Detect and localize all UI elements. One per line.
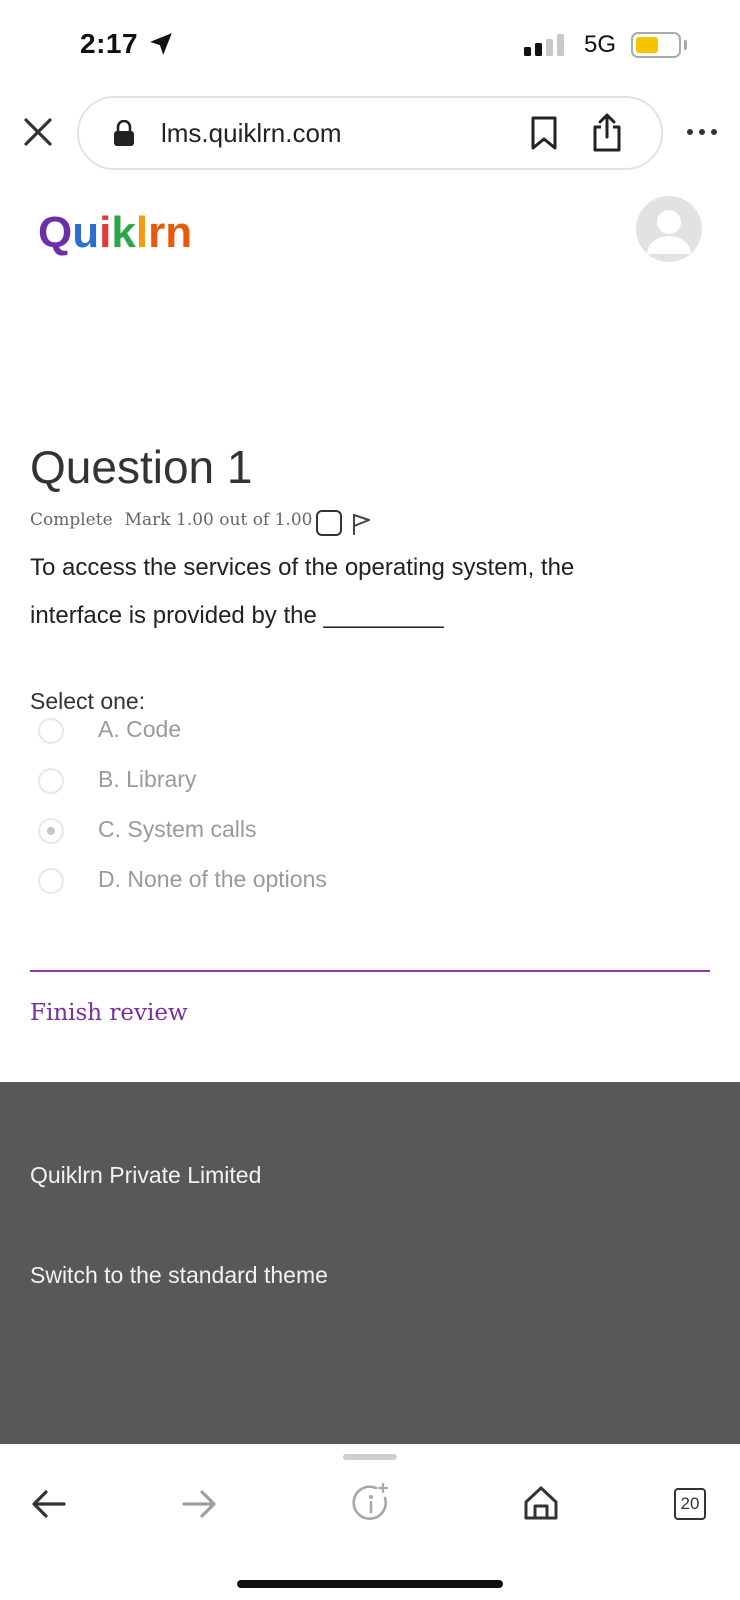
answer-option-d[interactable]: D. None of the options	[38, 864, 598, 898]
question-state: Complete	[30, 510, 113, 530]
signal-icon	[524, 34, 564, 56]
page-footer: Quiklrn Private Limited Switch to the st…	[0, 1082, 740, 1444]
question-mark: Mark 1.00 out of 1.00	[124, 510, 313, 530]
toolbar-handle[interactable]	[343, 1454, 397, 1460]
question-title: Question 1	[30, 441, 253, 493]
logo-letter-i: i	[99, 208, 112, 257]
battery-level	[636, 37, 658, 53]
logo-letter-u: u	[72, 208, 100, 257]
radio-button-selected[interactable]	[38, 818, 64, 844]
battery-icon	[631, 32, 681, 58]
radio-button[interactable]	[38, 768, 64, 794]
user-avatar[interactable]	[636, 196, 702, 262]
logo-letter-n: n	[165, 208, 193, 257]
question-text-line: interface is provided by the _________	[30, 602, 444, 629]
question-text-line: To access the services of the operating …	[30, 554, 575, 581]
logo-letter-k: k	[111, 208, 136, 257]
home-icon[interactable]	[522, 1484, 560, 1522]
location-arrow-icon	[150, 33, 172, 55]
quiklrn-logo[interactable]: Quiklrn	[38, 208, 192, 258]
answer-label: D. None of the options	[98, 866, 327, 892]
question-info: Complete Mark 1.00 out of 1.00	[30, 510, 324, 530]
logo-letter-q: Q	[38, 208, 73, 257]
radio-button[interactable]	[38, 718, 64, 744]
share-icon[interactable]	[591, 112, 623, 152]
answer-option-a[interactable]: A. Code	[38, 714, 598, 748]
answer-option-b[interactable]: B. Library	[38, 764, 598, 798]
footer-company-name: Quiklrn Private Limited	[30, 1162, 262, 1188]
flag-checkbox[interactable]	[316, 510, 342, 536]
more-options-icon[interactable]	[684, 120, 720, 144]
flag-icon[interactable]	[350, 512, 372, 536]
question-text: To access the services of the operating …	[30, 544, 690, 640]
answer-label: B. Library	[98, 766, 197, 792]
address-bar[interactable]: lms.quiklrn.com	[77, 96, 663, 170]
back-arrow-icon[interactable]	[30, 1486, 68, 1522]
lock-icon	[114, 120, 134, 146]
answer-option-c[interactable]: C. System calls	[38, 814, 598, 848]
assistant-icon[interactable]	[350, 1482, 392, 1524]
user-icon	[647, 210, 691, 254]
divider	[30, 970, 710, 972]
battery-nub	[684, 40, 687, 50]
select-one-label: Select one:	[30, 688, 146, 714]
radio-button[interactable]	[38, 868, 64, 894]
forward-arrow-icon[interactable]	[180, 1486, 218, 1522]
finish-review-link[interactable]: Finish review	[30, 1000, 188, 1026]
home-indicator[interactable]	[237, 1580, 503, 1588]
answer-label: A. Code	[98, 716, 182, 742]
logo-letter-l: l	[135, 208, 149, 257]
status-time: 2:17	[80, 28, 139, 59]
logo-letter-r: r	[148, 208, 166, 257]
browser-toolbar: 20	[0, 1444, 740, 1600]
answer-label: C. System calls	[98, 816, 257, 842]
close-icon[interactable]	[20, 114, 56, 150]
status-bar: 2:17 5G	[0, 0, 740, 90]
switch-theme-link[interactable]: Switch to the standard theme	[30, 1262, 328, 1289]
tabs-count-button[interactable]: 20	[674, 1488, 706, 1520]
url-text[interactable]: lms.quiklrn.com	[161, 118, 342, 149]
network-type: 5G	[584, 31, 617, 58]
bookmark-icon[interactable]	[529, 116, 559, 150]
